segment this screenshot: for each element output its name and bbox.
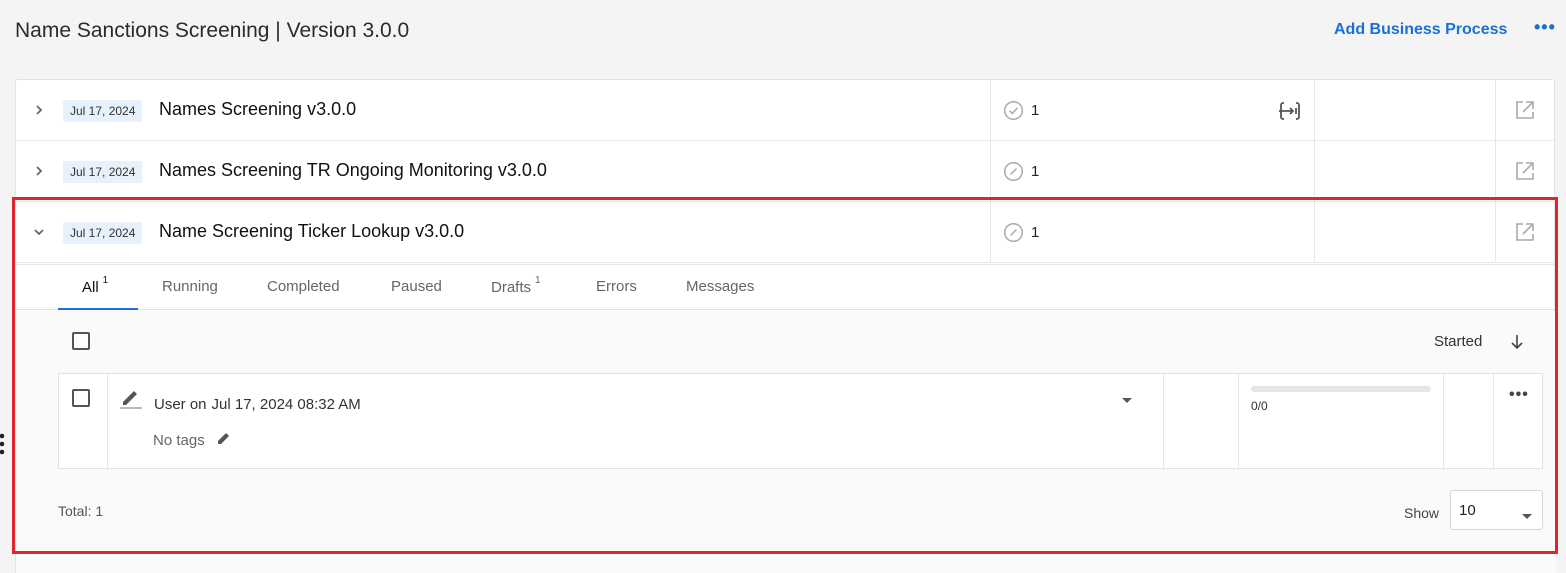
tab-errors[interactable]: Errors <box>596 278 637 295</box>
tab-completed[interactable]: Completed <box>267 278 340 295</box>
date-badge: Jul 17, 2024 <box>63 222 143 244</box>
page-title: Name Sanctions Screening | Version 3.0.0 <box>15 19 410 42</box>
instance-count: 1 <box>1031 102 1040 119</box>
progress-text: 0/0 <box>1251 399 1268 413</box>
page-size-value: 10 <box>1459 502 1476 519</box>
divider <box>107 374 108 468</box>
divider <box>1314 141 1315 202</box>
divider <box>1493 374 1494 468</box>
select-all-checkbox[interactable] <box>72 332 90 350</box>
caret-down-icon[interactable] <box>1121 392 1133 403</box>
tab-messages[interactable]: Messages <box>686 278 754 295</box>
tab-drafts[interactable]: Drafts 1 <box>491 275 541 296</box>
instance-tags: No tags <box>153 432 205 449</box>
process-row-expanded[interactable]: Jul 17, 2024 Name Screening Ticker Looku… <box>16 202 1556 263</box>
slash-circle-icon <box>1003 222 1024 243</box>
page-size-label: Show <box>1404 505 1440 521</box>
divider <box>990 80 991 141</box>
instance-started-time: Jul 17, 2024 08:32 AM <box>211 396 361 413</box>
divider <box>1314 202 1315 263</box>
arrow-down-icon[interactable] <box>1509 333 1525 351</box>
date-badge: Jul 17, 2024 <box>63 100 143 122</box>
process-row[interactable]: Jul 17, 2024 Names Screening TR Ongoing … <box>16 141 1556 202</box>
divider <box>990 141 991 202</box>
divider <box>1238 374 1239 468</box>
active-tab-indicator <box>58 308 138 310</box>
open-in-new-icon[interactable] <box>1514 160 1536 182</box>
process-name[interactable]: Names Screening TR Ongoing Monitoring v3… <box>159 160 547 181</box>
instance-list: Started User on Jul 17, 2024 08:32 AM No … <box>16 311 1556 573</box>
divider <box>1443 374 1444 468</box>
chevron-right-icon[interactable] <box>32 100 46 120</box>
page: Name Sanctions Screening | Version 3.0.0… <box>0 0 1566 573</box>
divider <box>1495 80 1496 141</box>
progress-bar <box>1251 386 1431 392</box>
instance-row[interactable]: User on Jul 17, 2024 08:32 AM No tags 0/0… <box>58 373 1543 469</box>
tab-all[interactable]: All 1 <box>82 275 108 296</box>
slash-circle-icon <box>1003 161 1024 182</box>
open-in-new-icon[interactable] <box>1514 99 1536 121</box>
divider <box>1314 80 1315 141</box>
date-badge: Jul 17, 2024 <box>63 161 143 183</box>
edit-tags-icon[interactable] <box>216 430 232 446</box>
caret-down-icon <box>1521 508 1533 519</box>
page-size-select[interactable]: 10 <box>1450 490 1543 530</box>
drag-handle-icon[interactable] <box>0 432 6 456</box>
total-count: Total: 1 <box>58 503 104 519</box>
open-in-new-icon[interactable] <box>1514 221 1536 243</box>
sort-label[interactable]: Started <box>1434 333 1482 350</box>
process-list-card: Jul 17, 2024 Names Screening v3.0.0 1 Ju… <box>15 79 1556 573</box>
instance-checkbox[interactable] <box>72 389 90 407</box>
divider <box>1163 374 1164 468</box>
header-more-menu-icon[interactable]: ••• <box>1534 17 1556 38</box>
instance-count: 1 <box>1031 224 1040 241</box>
chevron-right-icon[interactable] <box>32 161 46 181</box>
draft-edit-icon <box>119 386 143 410</box>
instance-count: 1 <box>1031 163 1040 180</box>
instance-author: User on Jul 17, 2024 08:32 AM <box>154 396 361 413</box>
tab-running[interactable]: Running <box>162 278 218 295</box>
transfer-icon[interactable] <box>1278 99 1302 123</box>
divider <box>1495 141 1496 202</box>
chevron-down-icon[interactable] <box>32 222 46 242</box>
divider <box>990 202 991 263</box>
check-circle-icon <box>1003 100 1024 121</box>
divider <box>1495 202 1496 263</box>
instance-tabs: All 1 Running Completed Paused Drafts 1 Er… <box>16 264 1556 310</box>
row-more-menu-icon[interactable]: ••• <box>1509 386 1529 404</box>
process-row[interactable]: Jul 17, 2024 Names Screening v3.0.0 1 <box>16 80 1556 141</box>
tab-paused[interactable]: Paused <box>391 278 442 295</box>
process-name[interactable]: Name Screening Ticker Lookup v3.0.0 <box>159 221 464 242</box>
process-name[interactable]: Names Screening v3.0.0 <box>159 99 356 120</box>
add-business-process-link[interactable]: Add Business Process <box>1334 21 1507 39</box>
